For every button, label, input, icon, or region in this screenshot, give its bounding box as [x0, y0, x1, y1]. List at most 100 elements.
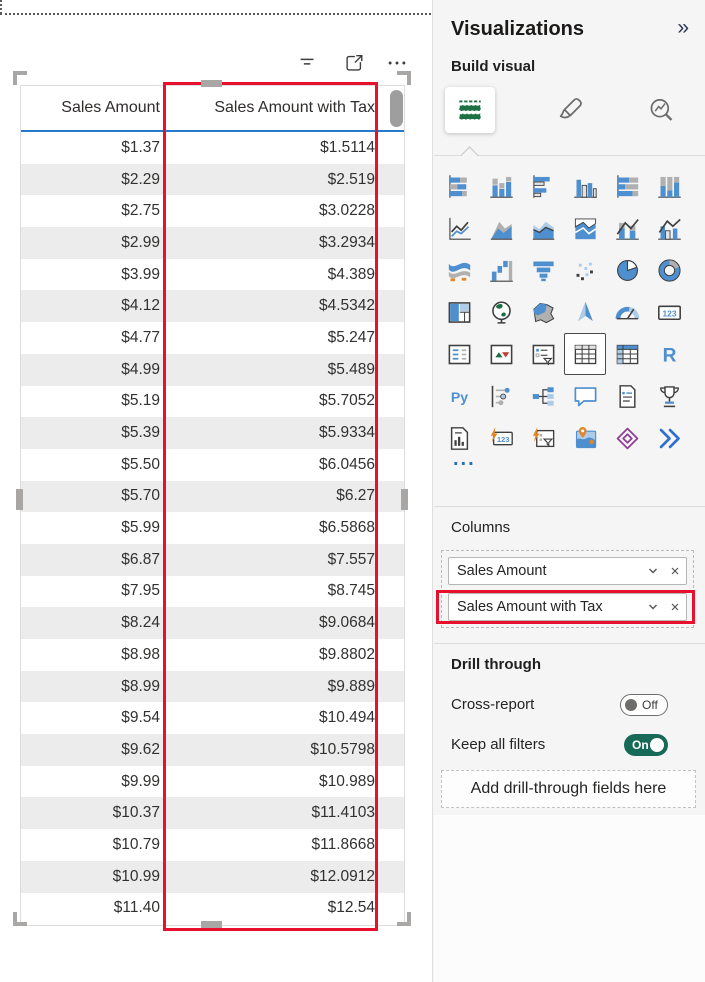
selection-handle-bottom-right[interactable]: [397, 912, 411, 926]
table-row[interactable]: $2.99$3.2934: [21, 227, 404, 259]
column-header-sales-amount[interactable]: Sales Amount: [21, 99, 166, 117]
table-row[interactable]: $5.70$6.27: [21, 481, 404, 513]
cross-report-toggle[interactable]: Off: [620, 694, 668, 716]
sales-amount-with-tax-cell[interactable]: $5.489: [166, 361, 390, 379]
treemap-visual-icon[interactable]: [438, 291, 480, 333]
stacked-bar-chart-visual-icon[interactable]: [438, 165, 480, 207]
stacked-column-chart-visual-icon[interactable]: [480, 165, 522, 207]
table-row[interactable]: $4.12$4.5342: [21, 290, 404, 322]
sales-amount-cell[interactable]: $4.12: [21, 297, 166, 315]
table-row[interactable]: $9.62$10.5798: [21, 734, 404, 766]
keep-all-filters-toggle[interactable]: On: [624, 734, 668, 756]
sales-amount-with-tax-cell[interactable]: $5.7052: [166, 392, 390, 410]
filled-map-visual-icon[interactable]: [522, 291, 564, 333]
sales-amount-with-tax-cell[interactable]: $6.0456: [166, 456, 390, 474]
sales-amount-with-tax-cell[interactable]: $5.247: [166, 329, 390, 347]
sales-amount-with-tax-cell[interactable]: $1.5114: [166, 139, 390, 157]
remove-field-icon[interactable]: [664, 557, 686, 585]
selection-handle-top-right[interactable]: [397, 71, 411, 85]
azure-map-visual-icon[interactable]: [564, 291, 606, 333]
funnel-chart-visual-icon[interactable]: [522, 249, 564, 291]
sales-amount-with-tax-cell[interactable]: $8.745: [166, 582, 390, 600]
sales-amount-cell[interactable]: $10.99: [21, 868, 166, 886]
field-dropdown-chevron-icon[interactable]: [642, 557, 664, 585]
selection-handle-top[interactable]: [201, 80, 222, 87]
power-automate-visual-icon[interactable]: [648, 417, 690, 459]
hundred-stacked-bar-chart-visual-icon[interactable]: [606, 165, 648, 207]
hundred-stacked-area-chart-visual-icon[interactable]: [564, 207, 606, 249]
sales-amount-with-tax-cell[interactable]: $3.2934: [166, 234, 390, 252]
kpi-visual-icon[interactable]: [480, 333, 522, 375]
table-row[interactable]: $5.19$5.7052: [21, 386, 404, 418]
sales-amount-with-tax-cell[interactable]: $4.389: [166, 266, 390, 284]
table-row[interactable]: $8.99$9.889: [21, 671, 404, 703]
table-row[interactable]: $2.75$3.0228: [21, 195, 404, 227]
field-dropdown-chevron-icon[interactable]: [642, 593, 664, 621]
selection-handle-bottom[interactable]: [201, 921, 222, 928]
filter-icon[interactable]: [297, 52, 319, 74]
sales-amount-with-tax-cell[interactable]: $9.889: [166, 678, 390, 696]
arcgis-map-visual-icon[interactable]: [564, 417, 606, 459]
sales-amount-cell[interactable]: $5.19: [21, 392, 166, 410]
column-header-sales-amount-with-tax[interactable]: Sales Amount with Tax: [166, 99, 390, 117]
table-visual[interactable]: Sales Amount Sales Amount with Tax $1.37…: [20, 85, 405, 926]
metrics-visual-icon[interactable]: [648, 375, 690, 417]
clustered-bar-chart-visual-icon[interactable]: [522, 165, 564, 207]
table-row[interactable]: $4.77$5.247: [21, 322, 404, 354]
area-chart-visual-icon[interactable]: [480, 207, 522, 249]
sales-amount-cell[interactable]: $5.50: [21, 456, 166, 474]
remove-field-icon[interactable]: [664, 593, 686, 621]
map-visual-icon[interactable]: [480, 291, 522, 333]
sales-amount-cell[interactable]: $8.98: [21, 646, 166, 664]
table-scrollbar-thumb[interactable]: [390, 90, 403, 127]
decomposition-tree-visual-icon[interactable]: [522, 375, 564, 417]
sales-amount-with-tax-cell[interactable]: $10.5798: [166, 741, 390, 759]
selection-handle-right[interactable]: [401, 489, 408, 510]
table-row[interactable]: $10.37$11.4103: [21, 797, 404, 829]
table-row[interactable]: $2.29$2.519: [21, 164, 404, 196]
table-row[interactable]: $10.99$12.0912: [21, 861, 404, 893]
tab-build-visual[interactable]: [445, 87, 495, 133]
table-row[interactable]: $5.99$6.5868: [21, 512, 404, 544]
sales-amount-cell[interactable]: $11.40: [21, 899, 166, 917]
sales-amount-with-tax-cell[interactable]: $12.54: [166, 899, 390, 917]
tab-format-visual[interactable]: [545, 87, 595, 133]
sales-amount-with-tax-cell[interactable]: $11.8668: [166, 836, 390, 854]
sales-amount-with-tax-cell[interactable]: $7.557: [166, 551, 390, 569]
line-and-stacked-column-chart-visual-icon[interactable]: [606, 207, 648, 249]
sales-amount-with-tax-cell[interactable]: $9.0684: [166, 614, 390, 632]
sales-amount-cell[interactable]: $9.99: [21, 773, 166, 791]
sales-amount-with-tax-cell[interactable]: $10.989: [166, 773, 390, 791]
sales-amount-cell[interactable]: $1.37: [21, 139, 166, 157]
python-script-visual-icon[interactable]: Py: [438, 375, 480, 417]
table-row[interactable]: $8.24$9.0684: [21, 607, 404, 639]
table-row[interactable]: $5.50$6.0456: [21, 449, 404, 481]
card-visual-icon[interactable]: 123: [648, 291, 690, 333]
sales-amount-cell[interactable]: $4.99: [21, 361, 166, 379]
sales-amount-with-tax-cell[interactable]: $12.0912: [166, 868, 390, 886]
clustered-column-chart-visual-icon[interactable]: [564, 165, 606, 207]
sales-amount-cell[interactable]: $6.87: [21, 551, 166, 569]
sales-amount-cell[interactable]: $5.39: [21, 424, 166, 442]
sales-amount-with-tax-cell[interactable]: $9.8802: [166, 646, 390, 664]
sales-amount-cell[interactable]: $3.99: [21, 266, 166, 284]
sales-amount-with-tax-cell[interactable]: $5.9334: [166, 424, 390, 442]
stacked-area-chart-visual-icon[interactable]: [522, 207, 564, 249]
table-row[interactable]: $7.95$8.745: [21, 576, 404, 608]
sales-amount-cell[interactable]: $8.24: [21, 614, 166, 632]
line-chart-visual-icon[interactable]: [438, 207, 480, 249]
key-influencers-visual-icon[interactable]: [480, 375, 522, 417]
sales-amount-with-tax-cell[interactable]: $2.519: [166, 171, 390, 189]
sales-amount-cell[interactable]: $2.75: [21, 202, 166, 220]
sales-amount-cell[interactable]: $9.62: [21, 741, 166, 759]
sales-amount-cell[interactable]: $5.70: [21, 487, 166, 505]
table-row[interactable]: $1.37$1.5114: [21, 132, 404, 164]
sales-amount-cell[interactable]: $5.99: [21, 519, 166, 537]
slicer-visual-icon[interactable]: [522, 333, 564, 375]
matrix-visual-icon[interactable]: [606, 333, 648, 375]
sales-amount-cell[interactable]: $2.99: [21, 234, 166, 252]
table-row[interactable]: $9.54$10.494: [21, 702, 404, 734]
selection-handle-top-left[interactable]: [13, 71, 27, 85]
sales-amount-with-tax-cell[interactable]: $4.5342: [166, 297, 390, 315]
smart-narrative-visual-icon[interactable]: [606, 375, 648, 417]
